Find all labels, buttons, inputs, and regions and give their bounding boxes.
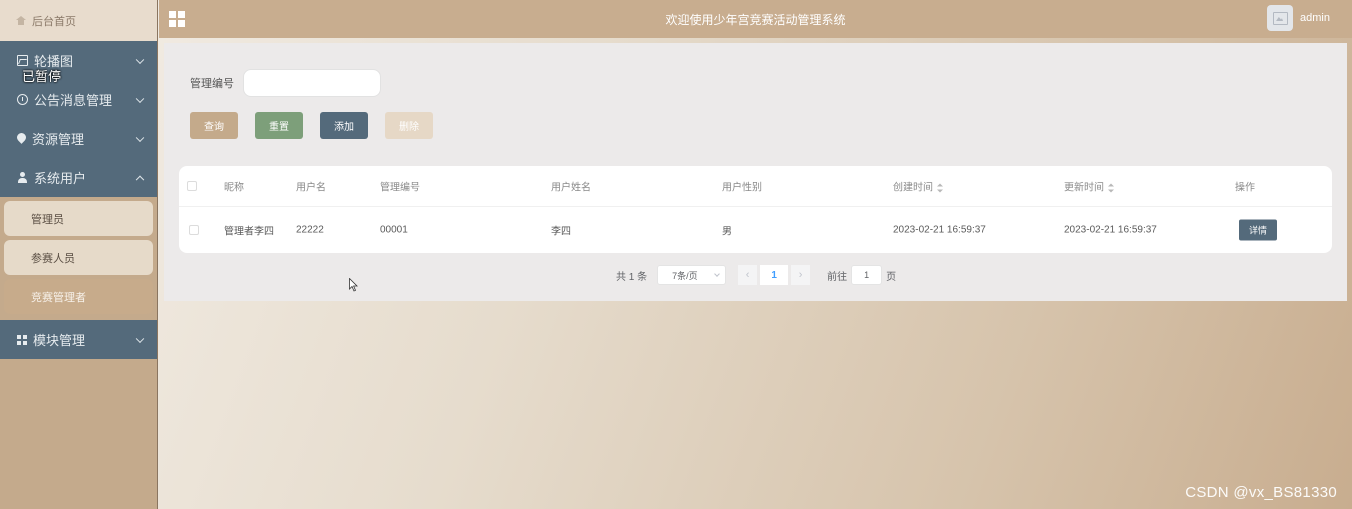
home-icon — [16, 16, 26, 25]
sidebar-item-system-users[interactable]: 系统用户 — [0, 158, 157, 197]
search-row: 管理编号 — [190, 69, 381, 97]
cell-manage-no: 00001 — [380, 224, 408, 236]
query-button[interactable]: 查询 — [190, 112, 238, 139]
next-page-button[interactable]: › — [791, 265, 811, 285]
watermark: CSDN @vx_BS81330 — [1185, 484, 1337, 501]
cell-updated: 2023-02-21 16:59:37 — [1064, 224, 1157, 236]
column-header: 操作 — [1235, 182, 1255, 194]
sort-icon[interactable] — [937, 183, 943, 193]
page-size-select[interactable]: 7条/页 — [657, 265, 727, 285]
total-count: 共 1 条 — [616, 271, 648, 283]
username: admin — [1300, 12, 1330, 24]
image-icon — [17, 55, 28, 66]
select-all-checkbox[interactable] — [187, 181, 197, 191]
chevron-up-icon — [135, 175, 145, 184]
reset-button[interactable]: 重置 — [255, 112, 303, 139]
sidebar-menu: 轮播图 公告消息管理 资源管理 系统用户 — [0, 41, 157, 197]
sidebar-subitem-participants[interactable]: 参赛人员 — [4, 240, 153, 275]
page-size-value: 7条/页 — [672, 270, 698, 281]
menu-toggle-icon[interactable] — [169, 11, 185, 27]
detail-button[interactable]: 详情 — [1239, 219, 1277, 241]
sidebar-subitem-label: 竞赛管理者 — [31, 291, 86, 304]
avatar[interactable] — [1267, 5, 1294, 31]
column-header: 用户性别 — [722, 182, 762, 194]
prev-page-button[interactable]: ‹ — [738, 265, 758, 285]
column-header-created[interactable]: 创建时间 — [893, 179, 943, 194]
top-header: 欢迎使用少年宫竞赛活动管理系统 admin — [159, 0, 1352, 38]
pagination: 共 1 条 7条/页 ‹ 1 › 前往 1 页 — [616, 265, 896, 285]
data-table: 昵称 用户名 管理编号 用户姓名 用户性别 创建时间 更新时间 操作 管理者李四… — [179, 166, 1332, 253]
info-icon — [17, 94, 28, 105]
column-header: 用户姓名 — [551, 182, 591, 194]
sort-icon[interactable] — [1108, 183, 1114, 193]
sidebar-item-label: 资源管理 — [32, 132, 85, 147]
grid-icon — [17, 334, 27, 345]
cell-action: 详情 — [1239, 219, 1277, 241]
user-menu[interactable]: admin — [1267, 5, 1330, 31]
page-suffix: 页 — [886, 271, 897, 283]
page-number[interactable]: 1 — [760, 265, 789, 285]
cell-realname: 李四 — [551, 226, 571, 238]
chevron-down-icon — [135, 55, 145, 64]
sidebar-item-resources[interactable]: 资源管理 — [0, 119, 157, 158]
column-header-label: 更新时间 — [1064, 182, 1104, 194]
column-header: 管理编号 — [380, 182, 420, 194]
sidebar-item-notices[interactable]: 公告消息管理 — [0, 80, 157, 119]
sidebar-item-modules[interactable]: 模块管理 — [0, 320, 157, 359]
sidebar-home[interactable]: 后台首页 — [0, 0, 157, 41]
sidebar-subitem-label: 管理员 — [31, 213, 64, 226]
column-header-label: 创建时间 — [893, 182, 933, 194]
chevron-down-icon — [135, 94, 145, 103]
sidebar-subitem-competition-managers[interactable]: 竞赛管理者 — [4, 279, 153, 314]
table-row: 管理者李四 22222 00001 李四 男 2023-02-21 16:59:… — [179, 207, 1332, 253]
chevron-down-icon — [714, 271, 720, 277]
sidebar-item-label: 系统用户 — [34, 171, 87, 186]
paused-overlay: 已暂停 — [22, 69, 62, 84]
cell-nickname: 管理者李四 — [224, 226, 274, 238]
table-header: 昵称 用户名 管理编号 用户姓名 用户性别 创建时间 更新时间 操作 — [179, 166, 1332, 207]
column-header-updated[interactable]: 更新时间 — [1064, 179, 1114, 194]
cell-created: 2023-02-21 16:59:37 — [893, 224, 986, 236]
sidebar-item-label: 模块管理 — [33, 333, 86, 348]
sidebar-subitem-label: 参赛人员 — [31, 252, 75, 265]
sidebar-menu-bottom: 模块管理 — [0, 320, 157, 359]
manage-no-input[interactable] — [243, 69, 381, 97]
jump-page-input[interactable]: 1 — [851, 265, 883, 285]
search-label: 管理编号 — [190, 78, 234, 90]
cell-gender: 男 — [722, 226, 732, 238]
main-content: 管理编号 查询 重置 添加 删除 昵称 用户名 管理编号 用户姓名 用户性别 创… — [164, 43, 1347, 301]
add-button[interactable]: 添加 — [320, 112, 368, 139]
jump-label: 前往 — [827, 271, 848, 283]
location-icon — [17, 133, 26, 144]
chevron-down-icon — [135, 334, 145, 343]
sidebar-item-label: 公告消息管理 — [34, 93, 113, 108]
user-icon — [17, 172, 28, 183]
row-checkbox[interactable] — [189, 225, 199, 235]
page-title: 欢迎使用少年宫竞赛活动管理系统 — [665, 12, 846, 27]
column-header: 昵称 — [224, 182, 244, 194]
cell-username: 22222 — [296, 224, 324, 236]
sidebar-home-label: 后台首页 — [32, 15, 76, 28]
action-buttons: 查询 重置 添加 删除 — [190, 112, 433, 139]
sidebar-submenu: 管理员 参赛人员 竞赛管理者 — [0, 197, 157, 320]
mouse-cursor-icon — [349, 278, 358, 292]
chevron-down-icon — [135, 133, 145, 142]
column-header: 用户名 — [296, 182, 326, 194]
sidebar-subitem-admin[interactable]: 管理员 — [4, 201, 153, 236]
delete-button[interactable]: 删除 — [385, 112, 433, 139]
